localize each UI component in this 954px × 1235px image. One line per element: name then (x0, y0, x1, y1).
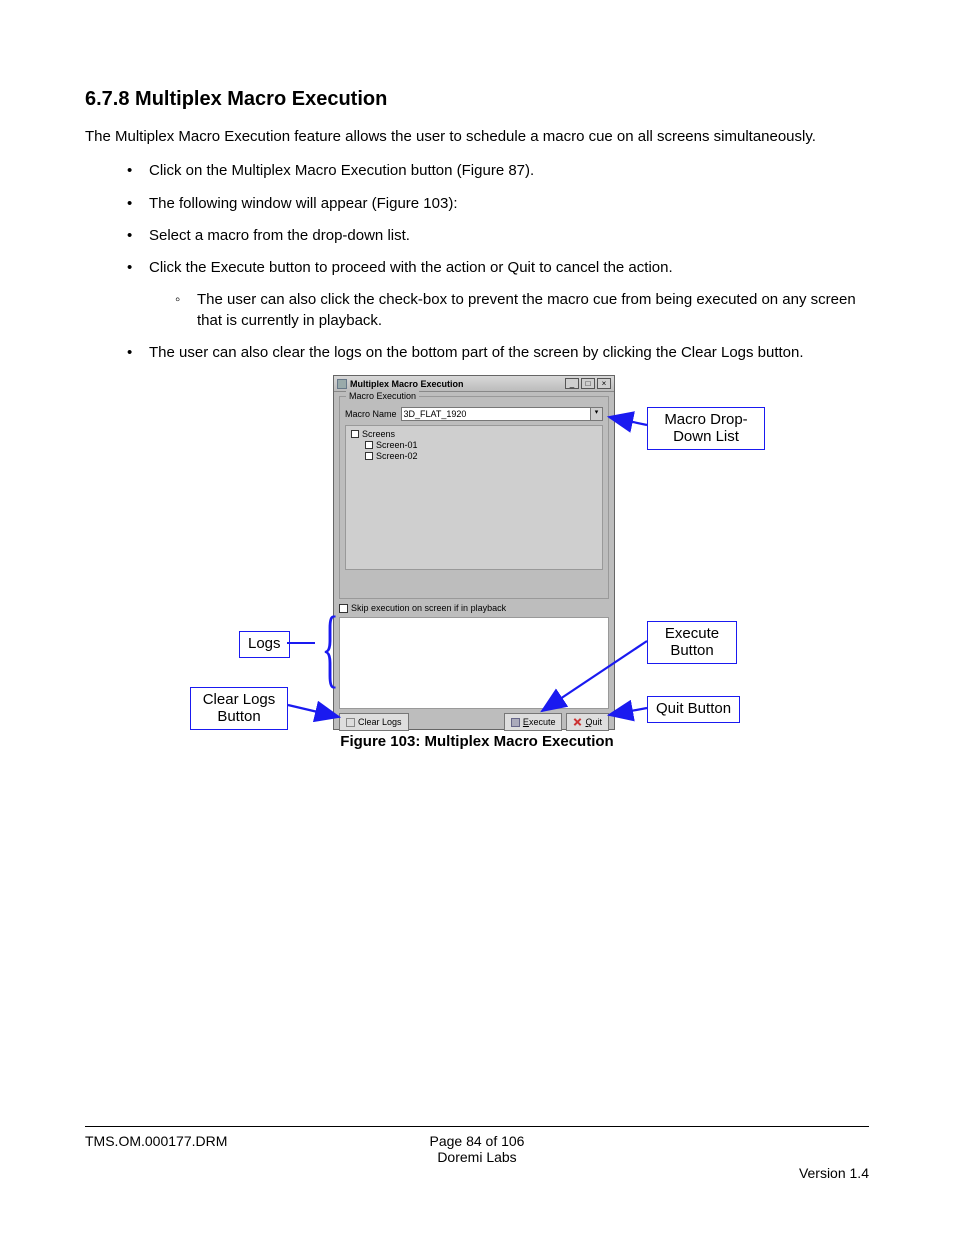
clear-logs-button[interactable]: Clear Logs (339, 713, 409, 731)
titlebar: Multiplex Macro Execution _ □ × (334, 376, 614, 392)
callout-quit: Quit Button (647, 696, 740, 723)
figure-caption: Figure 103: Multiplex Macro Execution (87, 733, 867, 750)
maximize-button[interactable]: □ (581, 378, 595, 389)
quit-label: Quit (585, 717, 602, 727)
callout-logs: Logs (239, 631, 290, 658)
sub-bullet-item: The user can also click the check-box to… (175, 290, 869, 331)
footer-right: Version 1.4 (799, 1165, 869, 1181)
tree-item-screen-02[interactable]: Screen-02 (365, 451, 597, 461)
execute-icon (511, 718, 520, 727)
quit-button[interactable]: Quit (566, 713, 609, 731)
tree-item-label: Screen-01 (376, 440, 418, 450)
bullet-item: The user can also clear the logs on the … (127, 343, 869, 363)
bullet-text: Click the Execute button to proceed with… (149, 259, 673, 276)
window-icon (337, 379, 347, 389)
execute-label: Execute (523, 717, 556, 727)
quit-icon (573, 718, 582, 727)
tree-root-label: Screens (362, 429, 395, 439)
figure-area: Multiplex Macro Execution _ □ × Macro Ex… (87, 375, 867, 755)
footer-center-2: Doremi Labs (85, 1149, 869, 1165)
page-footer: TMS.OM.000177.DRM Page 84 of 106 Doremi … (85, 1133, 869, 1165)
brace-icon: { (322, 604, 339, 692)
bullet-item: The following window will appear (Figure… (127, 194, 869, 214)
skip-execution-checkbox[interactable] (339, 604, 348, 613)
close-button[interactable]: × (597, 378, 611, 389)
app-window: Multiplex Macro Execution _ □ × Macro Ex… (333, 375, 615, 730)
skip-execution-label: Skip execution on screen if in playback (351, 603, 506, 613)
sub-bullet-list: The user can also click the check-box to… (149, 290, 869, 331)
skip-execution-row: Skip execution on screen if in playback (339, 603, 609, 613)
bullet-item: Click the Execute button to proceed with… (127, 258, 869, 331)
bullet-item: Click on the Multiplex Macro Execution b… (127, 161, 869, 181)
macro-name-input[interactable]: 3D_FLAT_1920 (401, 407, 591, 421)
tree-item-label: Screen-02 (376, 451, 418, 461)
macro-name-label: Macro Name (345, 409, 397, 419)
checkbox-icon[interactable] (351, 430, 359, 438)
bullet-list: Click on the Multiplex Macro Execution b… (85, 161, 869, 363)
callout-clear-logs: Clear Logs Button (190, 687, 288, 730)
clear-icon (346, 718, 355, 727)
macro-dropdown-button[interactable]: ▾ (591, 407, 603, 421)
checkbox-icon[interactable] (365, 441, 373, 449)
window-title: Multiplex Macro Execution (350, 379, 565, 389)
intro-paragraph: The Multiplex Macro Execution feature al… (85, 127, 869, 147)
group-title: Macro Execution (346, 391, 419, 401)
checkbox-icon[interactable] (365, 452, 373, 460)
tree-item-screen-01[interactable]: Screen-01 (365, 440, 597, 450)
logs-box[interactable] (339, 617, 609, 709)
section-heading: 6.7.8 Multiplex Macro Execution (85, 88, 869, 111)
screens-tree[interactable]: Screens Screen-01 Screen-02 (345, 425, 603, 570)
footer-left: TMS.OM.000177.DRM (85, 1133, 227, 1149)
bullet-item: Select a macro from the drop-down list. (127, 226, 869, 246)
footer-rule (85, 1126, 869, 1127)
callout-execute: Execute Button (647, 621, 737, 664)
button-row: Clear Logs Execute Quit (339, 713, 609, 731)
footer-center-1: Page 84 of 106 (430, 1133, 525, 1149)
clear-logs-label: Clear Logs (358, 717, 402, 727)
tree-root[interactable]: Screens (351, 429, 597, 439)
minimize-button[interactable]: _ (565, 378, 579, 389)
macro-execution-group: Macro Execution Macro Name 3D_FLAT_1920 … (339, 396, 609, 599)
execute-button[interactable]: Execute (504, 713, 563, 731)
callout-macro-dropdown: Macro Drop-Down List (647, 407, 765, 450)
